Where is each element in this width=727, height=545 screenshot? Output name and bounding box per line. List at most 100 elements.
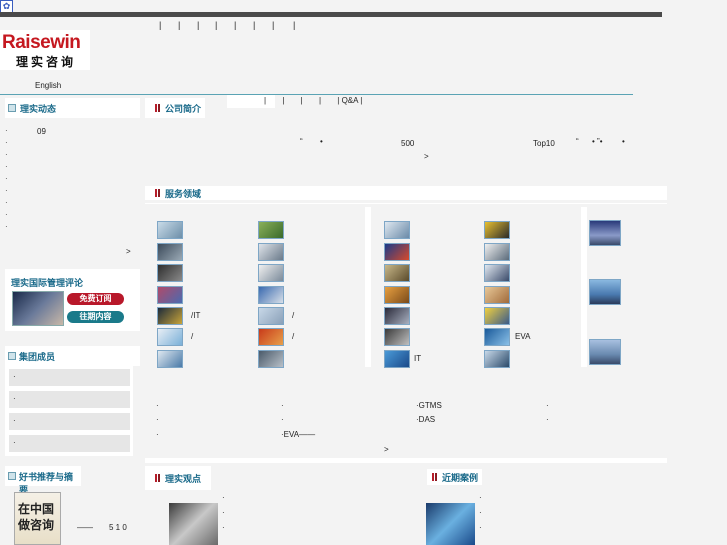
subscribe-button[interactable]: 免费订阅 bbox=[67, 293, 124, 305]
service-link[interactable]: · bbox=[156, 415, 159, 424]
service-thumbnail[interactable] bbox=[157, 221, 183, 239]
service-thumbnail[interactable] bbox=[384, 221, 410, 239]
list-item[interactable]: · bbox=[5, 162, 8, 171]
list-item[interactable]: · bbox=[9, 369, 130, 386]
book-cover-title: 在中国做咨询 bbox=[18, 502, 55, 532]
subnav-item[interactable]: | bbox=[319, 96, 321, 105]
service-thumbnail[interactable] bbox=[258, 243, 284, 261]
list-item[interactable]: · bbox=[5, 198, 8, 207]
service-thumbnail[interactable] bbox=[484, 307, 510, 325]
list-item[interactable]: · bbox=[5, 126, 8, 135]
city-photo[interactable] bbox=[589, 220, 621, 246]
list-item[interactable]: · bbox=[222, 508, 225, 517]
about-text: “ bbox=[576, 137, 579, 146]
service-thumbnail[interactable] bbox=[258, 286, 284, 304]
service-thumbnail[interactable] bbox=[384, 307, 410, 325]
nav-separator: | bbox=[159, 20, 162, 30]
review-cover-image[interactable] bbox=[12, 291, 64, 326]
service-thumbnail[interactable] bbox=[484, 243, 510, 261]
service-label[interactable]: / bbox=[191, 332, 193, 341]
news-item-text[interactable]: 09 bbox=[37, 127, 46, 136]
service-link[interactable]: · bbox=[156, 430, 159, 439]
service-thumbnail[interactable] bbox=[384, 328, 410, 346]
logo-text-en: Raisewin bbox=[2, 32, 81, 53]
list-item[interactable]: · bbox=[479, 523, 482, 532]
list-item[interactable]: · bbox=[9, 391, 130, 408]
service-thumbnail[interactable] bbox=[384, 350, 410, 368]
service-thumbnail[interactable] bbox=[258, 350, 284, 368]
subnav-item[interactable]: | bbox=[301, 96, 303, 105]
list-item[interactable]: · bbox=[9, 413, 130, 430]
service-thumbnail[interactable] bbox=[258, 221, 284, 239]
subnav-item[interactable]: | bbox=[264, 96, 266, 105]
service-thumbnail[interactable] bbox=[157, 243, 183, 261]
bar-icon bbox=[155, 104, 160, 112]
service-thumbnail[interactable] bbox=[384, 264, 410, 282]
service-label[interactable]: / bbox=[292, 332, 294, 341]
list-item[interactable]: · bbox=[5, 138, 8, 147]
service-label[interactable]: /IT bbox=[191, 311, 200, 320]
nav-separator: | bbox=[178, 20, 181, 30]
about-text: • bbox=[320, 137, 323, 146]
service-thumbnail[interactable] bbox=[157, 328, 183, 346]
book-cover[interactable]: 在中国做咨询 bbox=[14, 492, 61, 545]
service-thumbnail[interactable] bbox=[384, 243, 410, 261]
list-item[interactable]: · bbox=[5, 150, 8, 159]
about-text: • ”• bbox=[592, 137, 603, 146]
list-item[interactable]: · bbox=[222, 523, 225, 532]
list-item[interactable]: · bbox=[5, 222, 8, 231]
book-dash: —— bbox=[77, 523, 93, 532]
service-link[interactable]: · bbox=[546, 415, 549, 424]
service-link[interactable]: ·EVA—— bbox=[281, 430, 315, 439]
english-link[interactable]: English bbox=[35, 81, 61, 90]
list-item[interactable]: · bbox=[5, 174, 8, 183]
views-image[interactable] bbox=[169, 503, 218, 545]
service-label[interactable]: IT bbox=[414, 354, 421, 363]
service-link[interactable]: ·DAS bbox=[416, 415, 435, 424]
service-thumbnail[interactable] bbox=[157, 286, 183, 304]
city-photo[interactable] bbox=[589, 279, 621, 305]
service-thumbnail[interactable] bbox=[484, 350, 510, 368]
news-title: 理实动态 bbox=[20, 104, 57, 114]
services-header: 服务领域 bbox=[145, 186, 667, 200]
services-title: 服务领域 bbox=[165, 189, 202, 199]
company-logo[interactable]: Raisewin 理实咨询 bbox=[0, 30, 90, 70]
subnav-item[interactable]: | bbox=[337, 96, 339, 105]
service-thumbnail[interactable] bbox=[384, 286, 410, 304]
review-box: 理实国际管理评论 免费订阅 往期内容 bbox=[5, 269, 140, 331]
service-link[interactable]: · bbox=[156, 401, 159, 410]
service-thumbnail[interactable] bbox=[157, 264, 183, 282]
service-thumbnail[interactable] bbox=[258, 307, 284, 325]
list-item[interactable]: · bbox=[5, 186, 8, 195]
subnav-item[interactable]: | bbox=[360, 96, 362, 105]
list-item[interactable]: · bbox=[479, 508, 482, 517]
service-link[interactable]: · bbox=[281, 401, 284, 410]
service-thumbnail[interactable] bbox=[484, 264, 510, 282]
service-thumbnail[interactable] bbox=[484, 221, 510, 239]
service-thumbnail[interactable] bbox=[484, 286, 510, 304]
about-more-link[interactable]: > bbox=[424, 152, 429, 161]
subnav-item[interactable]: | bbox=[282, 96, 284, 105]
news-more-link[interactable]: > bbox=[126, 247, 131, 256]
cases-title: 近期案例 bbox=[442, 473, 479, 483]
service-thumbnail[interactable] bbox=[258, 328, 284, 346]
service-label[interactable]: EVA bbox=[515, 332, 530, 341]
list-item[interactable]: · bbox=[479, 493, 482, 502]
service-thumbnail[interactable] bbox=[484, 328, 510, 346]
services-more-link[interactable]: > bbox=[384, 445, 389, 454]
service-thumbnail[interactable] bbox=[157, 307, 183, 325]
city-photo[interactable] bbox=[589, 339, 621, 365]
list-item[interactable]: · bbox=[9, 435, 130, 452]
service-thumbnail[interactable] bbox=[258, 264, 284, 282]
service-link[interactable]: ·GTMS bbox=[416, 401, 442, 410]
service-link[interactable]: · bbox=[546, 401, 549, 410]
cases-image[interactable] bbox=[426, 503, 475, 545]
list-item[interactable]: · bbox=[5, 210, 8, 219]
list-item[interactable]: · bbox=[222, 493, 225, 502]
subnav-qa[interactable]: Q&A bbox=[342, 96, 358, 105]
service-label[interactable]: / bbox=[292, 311, 294, 320]
service-link[interactable]: · bbox=[281, 415, 284, 424]
service-thumbnail[interactable] bbox=[157, 350, 183, 368]
views-header: 理实观点 bbox=[145, 466, 211, 490]
archive-button[interactable]: 往期内容 bbox=[67, 311, 124, 323]
